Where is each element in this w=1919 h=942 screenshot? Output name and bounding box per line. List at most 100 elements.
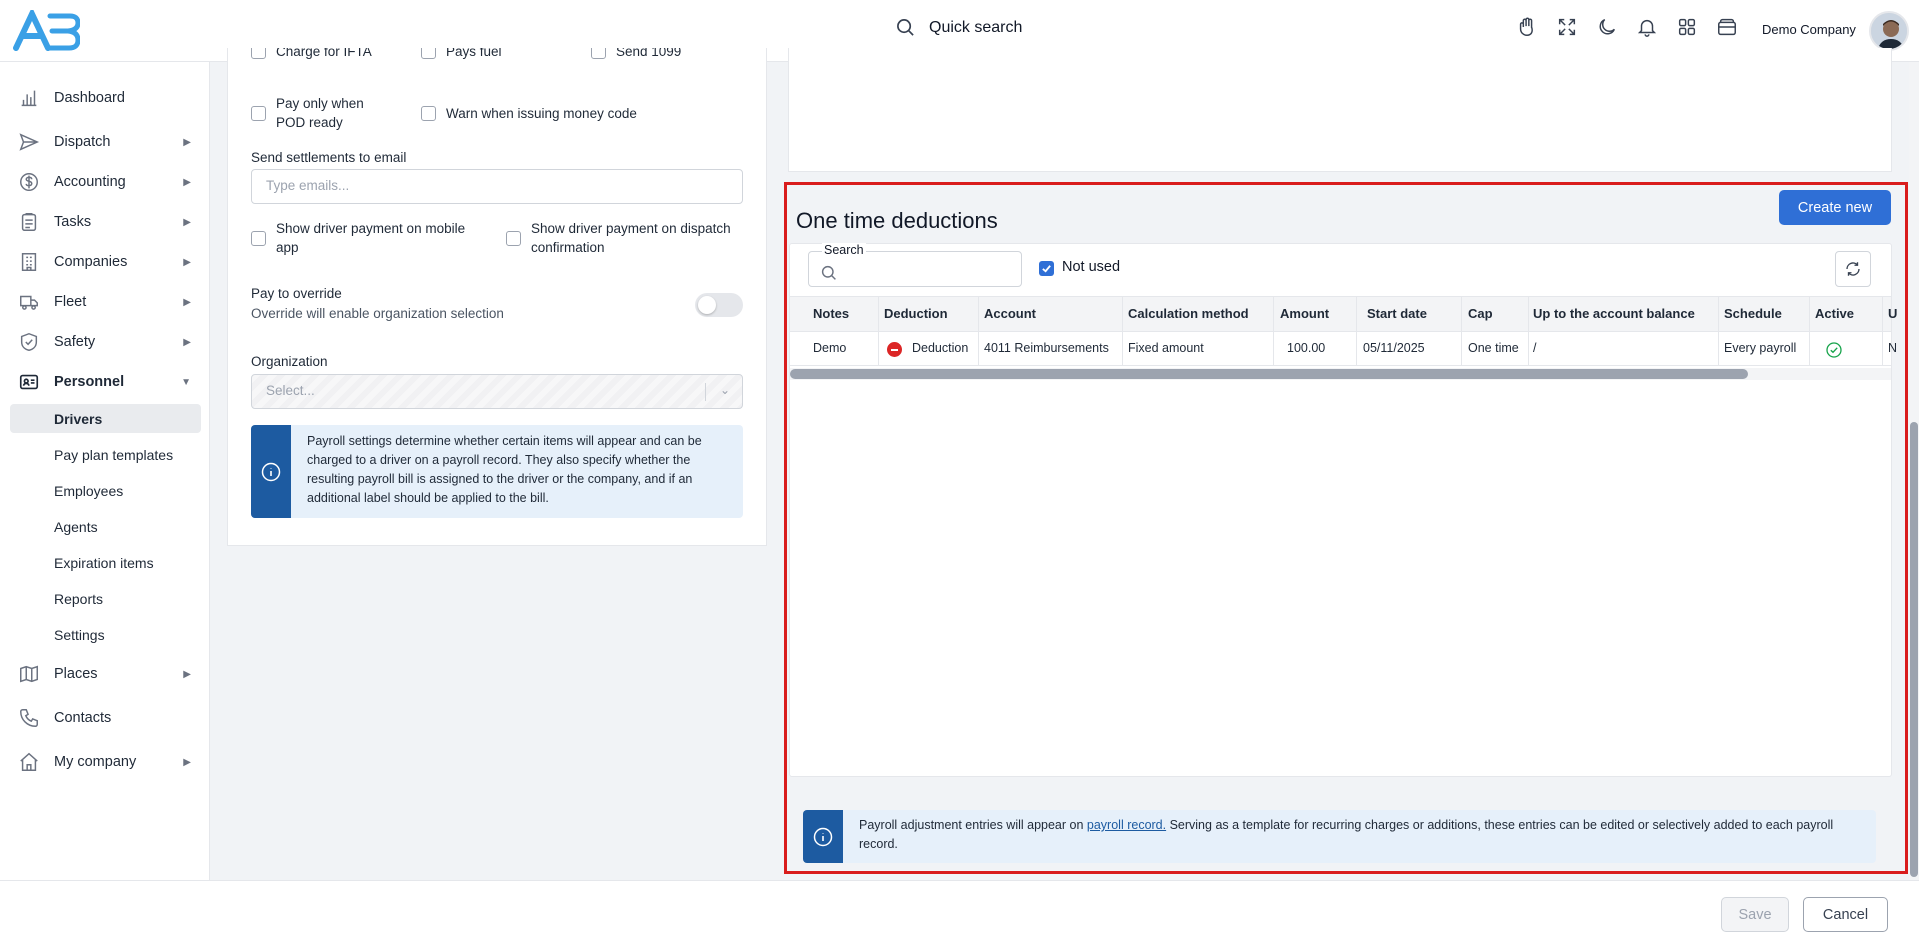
fullscreen-icon[interactable] bbox=[1556, 16, 1578, 38]
checkbox-box[interactable] bbox=[251, 231, 266, 246]
pay-override-toggle[interactable] bbox=[695, 293, 743, 317]
column-divider bbox=[1882, 332, 1883, 366]
sidebar-subitem-employees[interactable]: Employees bbox=[10, 476, 201, 505]
cancel-button[interactable]: Cancel bbox=[1803, 897, 1888, 932]
check-icon bbox=[1042, 265, 1051, 273]
col-schedule[interactable]: Schedule bbox=[1724, 306, 1782, 321]
sidebar-item-places[interactable]: Places ▶ bbox=[10, 659, 201, 689]
info-icon bbox=[813, 827, 833, 846]
cell-deduction: Deduction bbox=[912, 341, 969, 355]
sidebar-item-dispatch[interactable]: Dispatch ▶ bbox=[10, 127, 201, 157]
col-active[interactable]: Active bbox=[1815, 306, 1854, 321]
chevron-right-icon: ▶ bbox=[183, 136, 191, 148]
chevron-right-icon: ▶ bbox=[183, 336, 191, 348]
column-divider[interactable] bbox=[1882, 297, 1883, 333]
organization-select[interactable]: Select... ⌄ bbox=[251, 374, 743, 409]
create-new-button[interactable]: Create new bbox=[1779, 190, 1891, 225]
column-divider[interactable] bbox=[1122, 297, 1123, 333]
user-avatar[interactable] bbox=[1869, 11, 1909, 51]
col-amount[interactable]: Amount bbox=[1280, 306, 1329, 321]
sidebar-subitem-pay-plan-templates[interactable]: Pay plan templates bbox=[10, 440, 201, 469]
sidebar-item-my-company[interactable]: My company ▶ bbox=[10, 747, 201, 777]
sidebar-item-label: Contacts bbox=[54, 710, 112, 726]
column-divider bbox=[1122, 332, 1123, 366]
col-deduction[interactable]: Deduction bbox=[884, 306, 948, 321]
sidebar-item-safety[interactable]: Safety ▶ bbox=[10, 327, 201, 357]
horizontal-scrollbar-thumb[interactable] bbox=[790, 369, 1748, 379]
column-divider[interactable] bbox=[1356, 297, 1357, 333]
send-1099-checkbox[interactable]: Send 1099 bbox=[591, 48, 681, 61]
col-calculation-method[interactable]: Calculation method bbox=[1128, 306, 1249, 321]
show-dispatch-checkbox[interactable]: Show driver payment on dispatch confirma… bbox=[506, 219, 736, 257]
col-truncated[interactable]: U bbox=[1888, 306, 1897, 321]
page-vertical-scrollbar[interactable] bbox=[1909, 62, 1919, 880]
dollar-icon bbox=[20, 173, 38, 191]
table-header: Notes Deduction Account Calculation meth… bbox=[790, 296, 1897, 333]
vertical-scrollbar-thumb[interactable] bbox=[1910, 422, 1918, 877]
checkbox-box[interactable] bbox=[421, 106, 436, 121]
send-settlements-label: Send settlements to email bbox=[251, 150, 407, 165]
moon-icon[interactable] bbox=[1596, 16, 1618, 38]
sidebar-item-fleet[interactable]: Fleet ▶ bbox=[10, 287, 201, 317]
sidebar-item-label: Tasks bbox=[54, 214, 92, 230]
column-divider[interactable] bbox=[1461, 297, 1462, 333]
cell-up-to-balance: / bbox=[1533, 341, 1537, 355]
column-divider[interactable] bbox=[1718, 297, 1719, 333]
info-text: Payroll adjustment entries will appear o… bbox=[843, 810, 1876, 863]
sidebar-subitem-agents[interactable]: Agents bbox=[10, 512, 201, 541]
col-start-date[interactable]: Start date bbox=[1367, 306, 1427, 321]
sidebar-item-tasks[interactable]: Tasks ▶ bbox=[10, 207, 201, 237]
checkbox-box[interactable] bbox=[421, 48, 436, 59]
save-button[interactable]: Save bbox=[1721, 897, 1789, 932]
checkbox-label: Warn when issuing money code bbox=[446, 106, 637, 121]
apps-grid-icon[interactable] bbox=[1676, 16, 1698, 38]
bell-icon[interactable] bbox=[1636, 16, 1658, 38]
settlement-emails-input[interactable]: Type emails... bbox=[251, 169, 743, 204]
sidebar-subitem-settings[interactable]: Settings bbox=[10, 620, 201, 649]
sidebar-item-label: Accounting bbox=[54, 174, 126, 190]
payroll-record-link[interactable]: payroll record. bbox=[1087, 818, 1166, 832]
col-cap[interactable]: Cap bbox=[1468, 306, 1493, 321]
info-text-start: Payroll adjustment entries will appear o… bbox=[859, 818, 1087, 832]
table-row[interactable]: Demo Deduction 4011 Reimbursements Fixed… bbox=[790, 332, 1897, 366]
column-divider bbox=[1809, 332, 1810, 366]
app-logo[interactable] bbox=[12, 10, 80, 52]
col-account[interactable]: Account bbox=[984, 306, 1036, 321]
not-used-checkbox[interactable] bbox=[1039, 261, 1054, 276]
checkbox-box[interactable] bbox=[506, 231, 521, 246]
checkbox-label: Show driver payment on mobile app bbox=[276, 221, 466, 255]
send-icon bbox=[19, 133, 40, 151]
refresh-button[interactable] bbox=[1835, 251, 1871, 287]
hand-icon[interactable] bbox=[1516, 16, 1538, 38]
show-mobile-checkbox[interactable]: Show driver payment on mobile app bbox=[251, 219, 481, 257]
column-divider bbox=[1461, 332, 1462, 366]
checkbox-box[interactable] bbox=[591, 48, 606, 59]
sidebar-subitem-expiration-items[interactable]: Expiration items bbox=[10, 548, 201, 577]
column-divider[interactable] bbox=[1809, 297, 1810, 333]
sidebar-subitem-drivers[interactable]: Drivers bbox=[10, 404, 201, 433]
wallet-icon[interactable] bbox=[1716, 16, 1738, 38]
column-divider bbox=[1356, 332, 1357, 366]
chevron-right-icon: ▶ bbox=[183, 176, 191, 188]
column-divider[interactable] bbox=[1273, 297, 1274, 333]
charge-ifta-checkbox[interactable]: Charge for IFTA bbox=[251, 48, 372, 61]
col-up-to-balance[interactable]: Up to the account balance bbox=[1533, 306, 1695, 321]
column-divider[interactable] bbox=[878, 297, 879, 333]
checkbox-box[interactable] bbox=[251, 106, 266, 121]
sidebar-item-contacts[interactable]: Contacts bbox=[10, 703, 201, 733]
column-divider[interactable] bbox=[978, 297, 979, 333]
sidebar-item-dashboard[interactable]: Dashboard bbox=[10, 83, 201, 113]
pay-only-pod-checkbox[interactable]: Pay only when POD ready bbox=[251, 94, 391, 132]
sidebar-item-accounting[interactable]: Accounting ▶ bbox=[10, 167, 201, 197]
col-notes[interactable]: Notes bbox=[813, 306, 849, 321]
checkbox-box[interactable] bbox=[251, 48, 266, 59]
column-divider[interactable] bbox=[1528, 297, 1529, 333]
pays-fuel-checkbox[interactable]: Pays fuel bbox=[421, 48, 502, 61]
chevron-right-icon: ▶ bbox=[183, 216, 191, 228]
warn-money-code-checkbox[interactable]: Warn when issuing money code bbox=[421, 104, 637, 123]
company-name[interactable]: Demo Company bbox=[1762, 22, 1856, 37]
sidebar-item-personnel[interactable]: Personnel ▼ bbox=[10, 367, 201, 397]
sidebar-item-companies[interactable]: Companies ▶ bbox=[10, 247, 201, 277]
sidebar-subitem-reports[interactable]: Reports bbox=[10, 584, 201, 613]
quick-search[interactable]: Quick search bbox=[896, 18, 1022, 37]
